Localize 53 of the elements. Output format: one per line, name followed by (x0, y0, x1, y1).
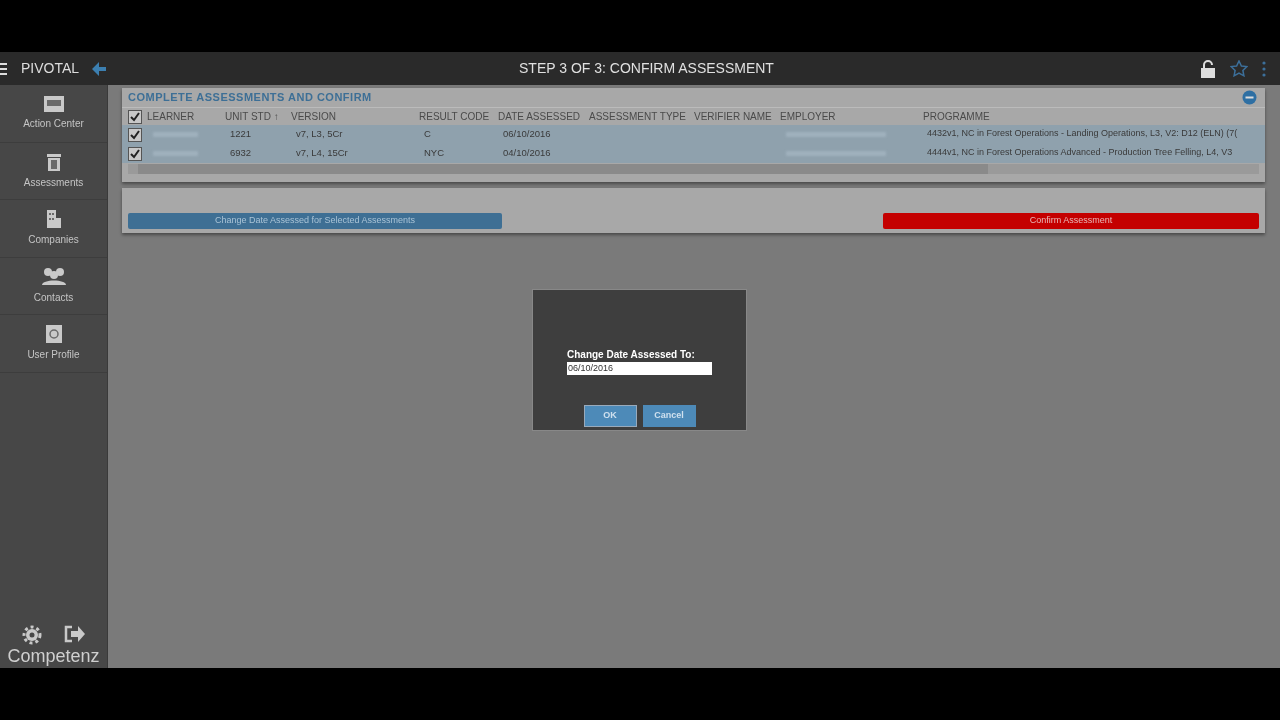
bin-icon (44, 151, 63, 172)
table-cell-text: 4444v1, NC in Forest Operations Advanced - Production Tree Felling, L4, V3 (926, 146, 1233, 160)
logout-icon[interactable] (63, 625, 86, 643)
unlock-icon[interactable] (1200, 59, 1216, 78)
table-cell-text: 6932 (229, 146, 253, 161)
column-header[interactable]: UNIT STD ↑ (225, 109, 291, 124)
sidebar-item[interactable]: User Profile (0, 315, 107, 373)
column-header[interactable]: VERSION (291, 109, 419, 124)
date-field[interactable]: 06/10/2016 (567, 362, 712, 375)
table-cell-text: 4432v1, NC in Forest Operations - Landing Operations, L3, V2: D12 (ELN) (7( (926, 127, 1238, 141)
row-checkbox[interactable] (128, 146, 142, 161)
table-cell-text: v7, L4, 15Cr (295, 146, 349, 161)
sidebar-item[interactable]: Action Center (0, 85, 107, 143)
panel-title: COMPLETE ASSESSMENTS AND CONFIRM (128, 90, 372, 106)
table-cell-text: C (423, 127, 432, 142)
dialog-label: Change Date Assessed To: (567, 348, 696, 362)
app-name: PIVOTAL (21, 59, 80, 78)
column-header[interactable]: ASSESSMENT TYPE (589, 109, 694, 124)
change-date-button[interactable]: Change Date Assessed for Selected Assessments (128, 213, 502, 229)
profile-icon (44, 324, 63, 345)
menu-icon[interactable] (0, 62, 7, 75)
row-checkbox[interactable] (128, 127, 142, 142)
sidebar-item[interactable]: Assessments (0, 142, 107, 200)
brand-logo: Competenz (7, 645, 100, 667)
confirm-assessment-button[interactable]: Confirm Assessment (883, 213, 1259, 229)
column-header[interactable]: RESULT CODE (419, 109, 498, 124)
column-header[interactable]: DATE ASSESSED (498, 109, 589, 124)
column-header[interactable]: LEARNER (147, 109, 225, 124)
column-header[interactable]: PROGRAMME (923, 109, 1263, 124)
sidebar-item[interactable]: Contacts (0, 257, 107, 315)
collapse-icon[interactable] (1242, 90, 1257, 105)
column-header[interactable]: EMPLOYER (780, 109, 923, 124)
table-row[interactable]: 1221 v7, L3, 5Cr C 06/10/2016 4432v1, NC in Forest Operations - Landing Operations, L3, V2: D12 (ELN) (7( (122, 125, 1265, 144)
settings-icon[interactable] (21, 625, 42, 645)
table-cell-text: NYC (423, 146, 446, 161)
select-all-checkbox[interactable] (128, 109, 142, 124)
table-cell-text: 04/10/2016 (502, 146, 552, 161)
more-icon[interactable] (1262, 60, 1266, 77)
horizontal-scrollbar[interactable] (128, 164, 1259, 174)
table-cell-text: 1221 (229, 127, 253, 142)
table-row[interactable]: 6932 v7, L4, 15Cr NYC 04/10/2016 4444v1, NC in Forest Operations Advanced - Production Tree Felling, L4, V3 (122, 144, 1265, 163)
page-title: STEP 3 OF 3: CONFIRM ASSESSMENT (519, 59, 774, 78)
ok-button[interactable]: OK (583, 405, 637, 427)
cancel-button[interactable]: Cancel (642, 405, 696, 427)
people-icon (40, 266, 67, 287)
back-arrow-icon[interactable] (91, 61, 108, 76)
table-cell-text: 06/10/2016 (502, 127, 552, 142)
monitor-icon (42, 95, 65, 114)
column-header[interactable]: VERIFIER NAME (694, 109, 780, 124)
sidebar-item[interactable]: Companies (0, 200, 107, 258)
building-icon (45, 209, 62, 230)
star-icon[interactable] (1230, 60, 1248, 77)
table-cell-text: v7, L3, 5Cr (295, 127, 344, 142)
